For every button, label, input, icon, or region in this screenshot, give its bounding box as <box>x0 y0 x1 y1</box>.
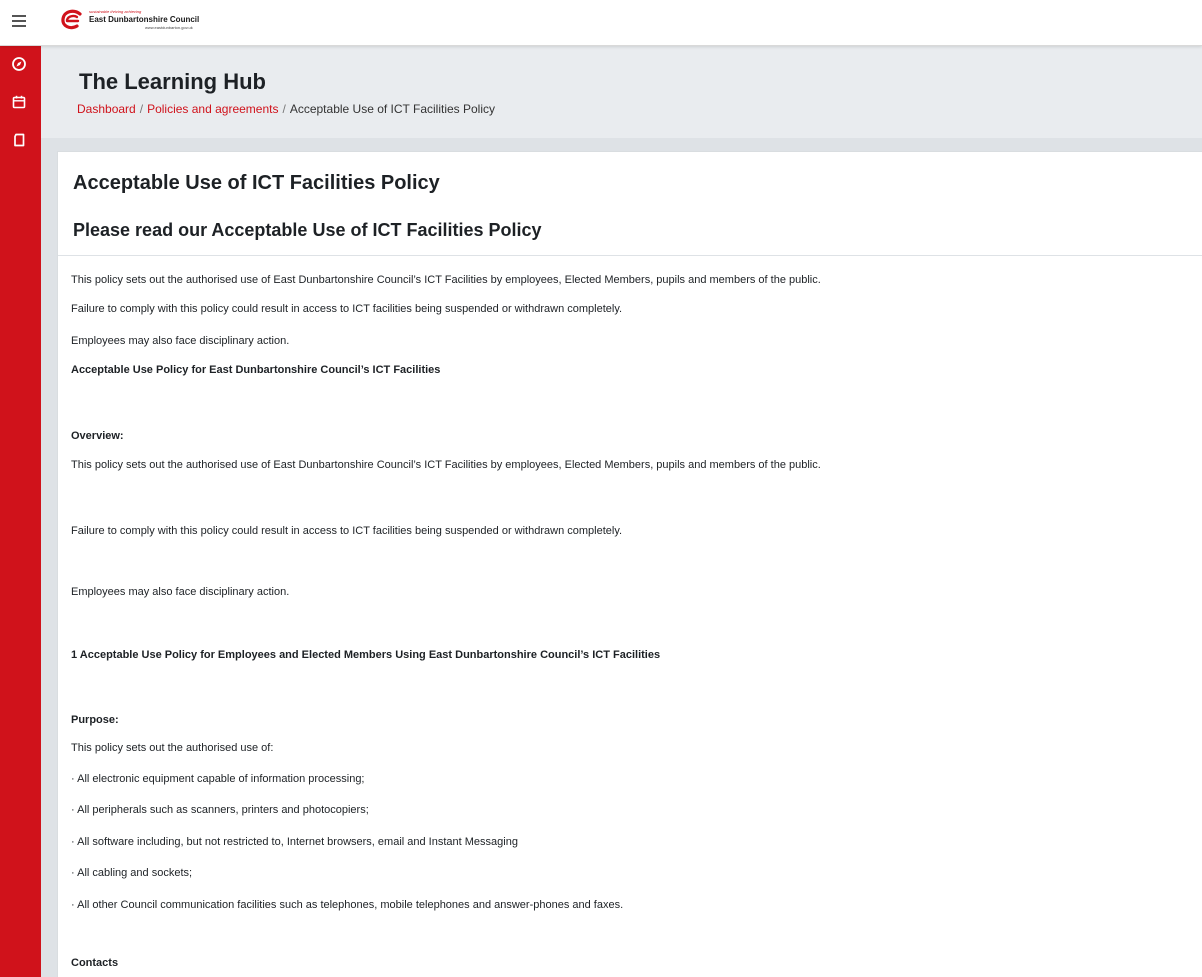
policy-paragraph: Failure to comply with this policy could… <box>71 525 623 537</box>
sidebar <box>0 46 41 977</box>
section-divider <box>58 255 1202 256</box>
list-item: · All peripherals such as scanners, prin… <box>71 804 369 816</box>
list-item: · All software including, but not restri… <box>71 836 518 848</box>
breadcrumb-separator: / <box>282 102 286 116</box>
site-title: The Learning Hub <box>79 69 266 94</box>
contacts-heading: Contacts <box>71 957 119 969</box>
logo-swirl-icon <box>61 9 82 30</box>
breadcrumb-dashboard-link[interactable]: Dashboard <box>77 102 136 116</box>
breadcrumb-policies-link[interactable]: Policies and agreements <box>147 102 278 116</box>
compass-icon[interactable] <box>11 56 27 72</box>
policy-paragraph: Failure to comply with this policy could… <box>71 303 623 315</box>
overview-heading: Overview: <box>71 430 124 442</box>
policy-paragraph: Employees may also face disciplinary act… <box>71 335 290 347</box>
logo-tagline: sustainable thriving achieving <box>89 9 142 14</box>
list-item: · All other Council communication facili… <box>71 899 624 911</box>
page-header: The Learning Hub Dashboard / Policies and … <box>41 46 1202 138</box>
policy-paragraph: This policy sets out the authorised use … <box>71 459 821 471</box>
top-navbar: sustainable thriving achieving East Dunb… <box>0 0 1202 46</box>
policy-paragraph: This policy sets out the authorised use … <box>71 274 821 286</box>
section-1-heading: 1 Acceptable Use Policy for Employees an… <box>71 649 661 661</box>
list-item: · All cabling and sockets; <box>71 867 193 879</box>
section-title: Please read our Acceptable Use of ICT Fa… <box>73 220 542 240</box>
page-title: Acceptable Use of ICT Facilities Policy <box>73 172 440 194</box>
breadcrumb-current: Acceptable Use of ICT Facilities Policy <box>289 102 496 116</box>
policy-paragraph: Employees may also face disciplinary act… <box>71 586 290 598</box>
content-card: Acceptable Use of ICT Facilities Policy … <box>57 151 1202 977</box>
list-item: · All electronic equipment capable of in… <box>71 773 365 785</box>
calendar-icon[interactable] <box>11 94 27 110</box>
breadcrumb-separator: / <box>139 102 144 116</box>
hamburger-icon[interactable] <box>12 15 26 27</box>
logo-text: sustainable thriving achieving East Dunb… <box>89 10 199 30</box>
policy-heading: Acceptable Use Policy for East Dunbarton… <box>71 364 441 376</box>
breadcrumb: Dashboard / Policies and agreements / Accept… <box>77 102 495 116</box>
policy-paragraph: This policy sets out the authorised use … <box>71 742 274 754</box>
logo-name: East Dunbartonshire Council <box>89 15 200 24</box>
logo-url: www.eastdunbarton.gov.uk <box>145 25 193 30</box>
book-icon[interactable] <box>11 132 27 148</box>
purpose-heading: Purpose: <box>71 714 119 726</box>
council-logo[interactable]: sustainable thriving achieving East Dunb… <box>60 3 199 37</box>
